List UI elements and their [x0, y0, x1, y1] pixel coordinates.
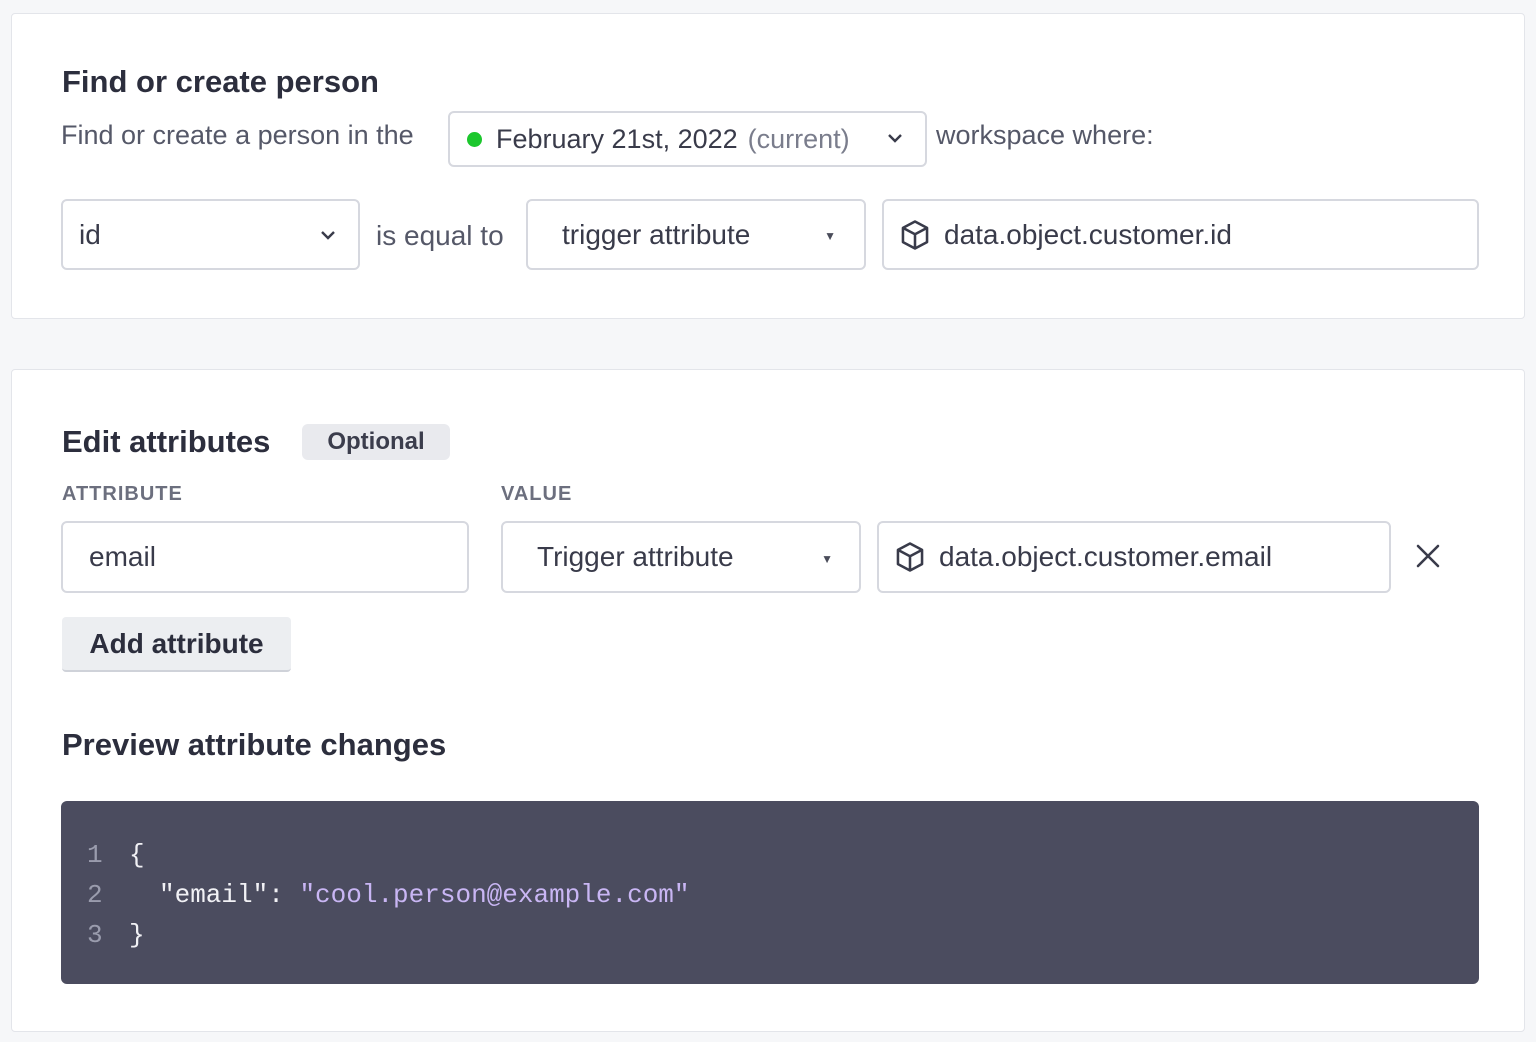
add-attribute-button[interactable]: Add attribute: [62, 617, 291, 672]
sentence-suffix: workspace where:: [936, 120, 1154, 150]
source-select[interactable]: trigger attribute ▼: [526, 199, 866, 270]
caret-down-icon: ▼: [824, 229, 836, 243]
value-column-header: VALUE: [501, 483, 573, 505]
line-number: 1: [87, 840, 103, 870]
value-path-input-value: data.object.customer.email: [939, 541, 1273, 572]
find-section-title: Find or create person: [62, 64, 379, 99]
close-icon[interactable]: [1416, 544, 1440, 568]
source-select-value: trigger attribute: [562, 218, 751, 250]
workspace-current-tag: (current): [747, 123, 850, 154]
code-line: 2 "email": "cool.person@example.com": [61, 875, 1479, 915]
code-value: "cool.person@example.com": [299, 880, 690, 910]
edit-attributes-card: Edit attributes Optional ATTRIBUTE VALUE…: [11, 369, 1525, 1032]
value-source-select-value: Trigger attribute: [537, 541, 734, 572]
code-colon: :: [268, 880, 300, 910]
preview-code-block: 1 { 2 "email": "cool.person@example.com"…: [61, 801, 1479, 984]
preview-title: Preview attribute changes: [62, 727, 447, 762]
field-select-value: id: [79, 218, 101, 250]
workspace-date: February 21st, 2022: [496, 123, 738, 154]
value-source-select[interactable]: Trigger attribute ▼: [501, 521, 861, 593]
line-number: 3: [87, 920, 103, 950]
attribute-column-header: ATTRIBUTE: [62, 483, 183, 505]
code-line: 1 {: [61, 835, 1479, 875]
path-input-value: data.object.customer.id: [944, 218, 1232, 250]
cube-icon: [896, 542, 924, 572]
value-path-input[interactable]: data.object.customer.email: [877, 521, 1391, 593]
line-number: 2: [87, 880, 103, 910]
workspace-select[interactable]: February 21st, 2022 (current): [448, 111, 927, 167]
code-key: "email": [159, 880, 269, 910]
find-or-create-card: Find or create person Find or create a p…: [11, 13, 1525, 319]
cube-icon: [901, 219, 929, 250]
chevron-down-icon: [888, 134, 902, 143]
chevron-down-icon: [321, 231, 335, 240]
optional-badge: Optional: [302, 424, 450, 460]
attribute-input-value: email: [89, 541, 156, 572]
caret-down-icon: ▼: [821, 552, 833, 566]
code-open-brace: {: [129, 840, 145, 870]
status-dot-icon: [467, 131, 482, 147]
path-input[interactable]: data.object.customer.id: [882, 199, 1479, 270]
sentence-prefix: Find or create a person in the: [61, 120, 414, 150]
code-line: 3 }: [61, 915, 1479, 955]
operator-text: is equal to: [376, 220, 504, 251]
field-select[interactable]: id: [61, 199, 360, 270]
code-close-brace: }: [129, 920, 145, 950]
attribute-input[interactable]: email: [61, 521, 469, 593]
edit-section-title: Edit attributes: [62, 424, 271, 459]
